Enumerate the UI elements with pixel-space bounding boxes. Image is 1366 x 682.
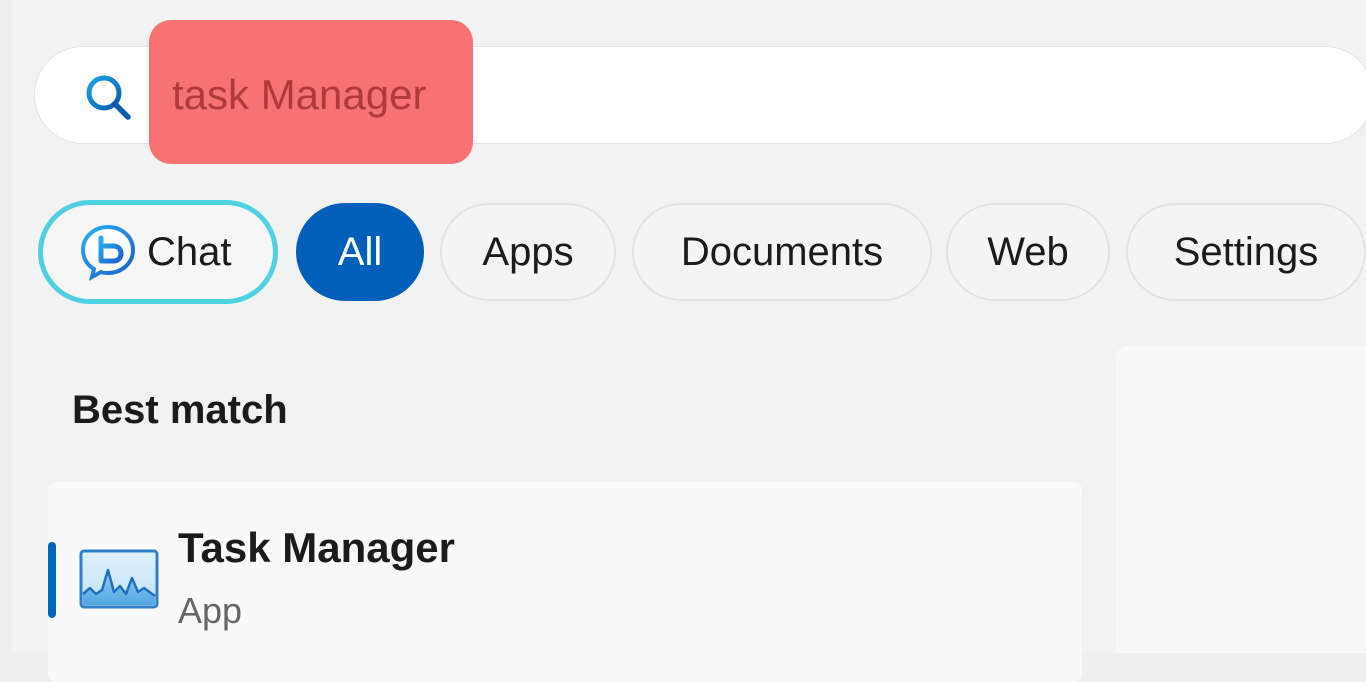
filter-settings[interactable]: Settings [1126, 203, 1366, 301]
filter-all[interactable]: All [296, 203, 424, 301]
filter-documents-label: Documents [680, 229, 884, 274]
task-manager-icon [79, 549, 159, 609]
best-match-result[interactable] [48, 482, 1082, 682]
filter-web-label: Web [987, 229, 1069, 274]
filter-web[interactable]: Web [946, 203, 1110, 301]
chat-chip[interactable]: Chat [38, 200, 278, 304]
search-icon [86, 75, 131, 120]
filter-settings-label: Settings [1173, 229, 1319, 274]
chat-chip-label: Chat [147, 229, 232, 274]
result-title: Task Manager [178, 524, 455, 571]
filter-apps[interactable]: Apps [440, 203, 616, 301]
filter-documents[interactable]: Documents [632, 203, 932, 301]
filter-apps-label: Apps [482, 229, 574, 274]
filter-all-label: All [337, 229, 383, 274]
best-match-heading: Best match [72, 388, 288, 432]
result-type: App [178, 590, 243, 631]
bing-chat-icon [80, 224, 136, 281]
search-input[interactable] [172, 64, 592, 126]
preview-pane [1116, 346, 1366, 653]
selection-indicator [48, 542, 56, 618]
